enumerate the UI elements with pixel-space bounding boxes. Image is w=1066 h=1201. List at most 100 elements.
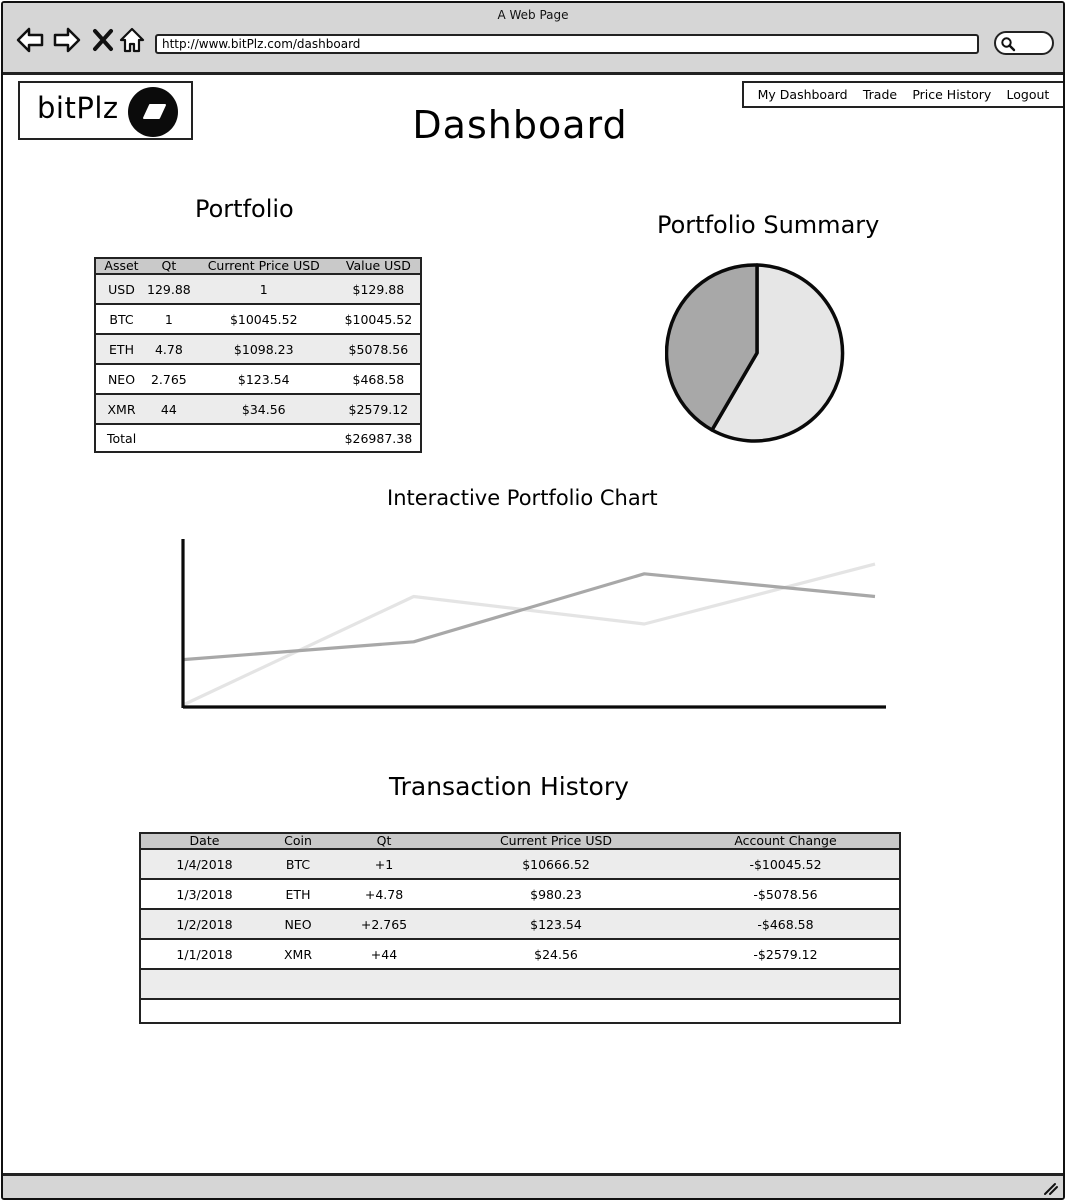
table-cell: $980.23 bbox=[440, 879, 672, 910]
nav-my-dashboard[interactable]: My Dashboard bbox=[758, 87, 848, 102]
table-cell: $1098.23 bbox=[190, 334, 337, 365]
portfolio-pie-chart[interactable] bbox=[665, 261, 849, 445]
column-header: Qt bbox=[328, 833, 440, 850]
column-header: Qt bbox=[147, 258, 191, 275]
table-row[interactable]: ETH 4.78 $1098.23 $5078.56 bbox=[95, 334, 421, 365]
table-cell: 1/4/2018 bbox=[140, 849, 268, 880]
table-cell: +4.78 bbox=[328, 879, 440, 910]
table-row[interactable]: 1/1/2018 XMR +44 $24.56 -$2579.12 bbox=[140, 939, 900, 970]
table-cell bbox=[440, 969, 672, 1000]
transaction-history-title: Transaction History bbox=[389, 772, 629, 801]
table-row[interactable]: 1/3/2018 ETH +4.78 $980.23 -$5078.56 bbox=[140, 879, 900, 910]
table-cell: 1/2/2018 bbox=[140, 909, 268, 940]
portfolio-title: Portfolio bbox=[195, 195, 294, 223]
table-cell: -$2579.12 bbox=[672, 939, 900, 970]
table-cell bbox=[672, 999, 900, 1023]
table-cell: -$468.58 bbox=[672, 909, 900, 940]
table-cell bbox=[268, 969, 328, 1000]
table-cell: ETH bbox=[268, 879, 328, 910]
browser-window: A Web Page http://www.bitPlz.com/dashboa… bbox=[1, 1, 1065, 1200]
resize-grip-icon[interactable] bbox=[1041, 1180, 1059, 1196]
portfolio-header-row: Asset Qt Current Price USD Value USD bbox=[95, 258, 421, 275]
table-cell: 1 bbox=[190, 274, 337, 305]
table-row[interactable] bbox=[140, 969, 900, 1000]
total-label: Total bbox=[107, 430, 137, 446]
browser-search-field[interactable] bbox=[994, 31, 1054, 55]
portfolio-table: Asset Qt Current Price USD Value USD USD… bbox=[94, 257, 422, 453]
browser-toolbar: A Web Page http://www.bitPlz.com/dashboa… bbox=[3, 3, 1063, 75]
url-input[interactable]: http://www.bitPlz.com/dashboard bbox=[155, 34, 979, 54]
total-row: Total $26987.38 bbox=[95, 424, 421, 452]
table-cell: $34.56 bbox=[190, 394, 337, 425]
table-cell: $10666.52 bbox=[440, 849, 672, 880]
total-value: $26987.38 bbox=[344, 430, 413, 446]
transaction-history-table: Date Coin Qt Current Price USD Account C… bbox=[139, 832, 901, 1024]
table-cell: 129.88 bbox=[147, 274, 191, 305]
table-cell bbox=[140, 969, 268, 1000]
table-cell: $468.58 bbox=[336, 364, 421, 395]
table-cell bbox=[140, 999, 268, 1023]
table-cell bbox=[328, 999, 440, 1023]
table-cell: 44 bbox=[147, 394, 191, 425]
table-cell: +44 bbox=[328, 939, 440, 970]
table-cell: $123.54 bbox=[190, 364, 337, 395]
nav-price-history[interactable]: Price History bbox=[912, 87, 991, 102]
table-row[interactable]: BTC 1 $10045.52 $10045.52 bbox=[95, 304, 421, 335]
table-cell: BTC bbox=[268, 849, 328, 880]
table-cell: BTC bbox=[95, 304, 147, 335]
page-title: Dashboard bbox=[412, 103, 628, 147]
table-row[interactable]: 1/2/2018 NEO +2.765 $123.54 -$468.58 bbox=[140, 909, 900, 940]
portfolio-line-chart[interactable] bbox=[173, 533, 893, 713]
chart-title: Interactive Portfolio Chart bbox=[387, 486, 658, 510]
column-header: Current Price USD bbox=[190, 258, 337, 275]
column-header: Value USD bbox=[336, 258, 421, 275]
table-cell: 4.78 bbox=[147, 334, 191, 365]
nav-logout[interactable]: Logout bbox=[1007, 87, 1050, 102]
chart-series-line-2[interactable] bbox=[182, 572, 876, 662]
series-layer bbox=[182, 562, 876, 707]
table-cell: $5078.56 bbox=[336, 334, 421, 365]
table-cell: $24.56 bbox=[440, 939, 672, 970]
table-cell bbox=[147, 424, 191, 452]
table-cell: XMR bbox=[95, 394, 147, 425]
table-cell bbox=[672, 969, 900, 1000]
table-cell: NEO bbox=[268, 909, 328, 940]
search-icon bbox=[1001, 37, 1016, 52]
back-arrow-icon[interactable] bbox=[15, 25, 45, 55]
table-cell: -$10045.52 bbox=[672, 849, 900, 880]
column-header: Current Price USD bbox=[440, 833, 672, 850]
column-header: Account Change bbox=[672, 833, 900, 850]
table-cell: 1 bbox=[147, 304, 191, 335]
table-cell bbox=[328, 969, 440, 1000]
browser-status-bar bbox=[3, 1173, 1063, 1198]
table-cell: $2579.12 bbox=[336, 394, 421, 425]
table-row[interactable]: NEO 2.765 $123.54 $468.58 bbox=[95, 364, 421, 395]
table-cell: $123.54 bbox=[440, 909, 672, 940]
table-cell: USD bbox=[95, 274, 147, 305]
table-cell: ETH bbox=[95, 334, 147, 365]
table-cell: 1/1/2018 bbox=[140, 939, 268, 970]
table-cell: $10045.52 bbox=[336, 304, 421, 335]
table-row[interactable]: 1/4/2018 BTC +1 $10666.52 -$10045.52 bbox=[140, 849, 900, 880]
table-cell: 1/3/2018 bbox=[140, 879, 268, 910]
table-row[interactable] bbox=[140, 999, 900, 1023]
nav-trade[interactable]: Trade bbox=[863, 87, 897, 102]
forward-arrow-icon[interactable] bbox=[52, 25, 82, 55]
table-row[interactable]: USD 129.88 1 $129.88 bbox=[95, 274, 421, 305]
column-header: Date bbox=[140, 833, 268, 850]
table-cell: +2.765 bbox=[328, 909, 440, 940]
table-cell bbox=[191, 424, 337, 452]
table-cell: -$5078.56 bbox=[672, 879, 900, 910]
home-icon[interactable] bbox=[117, 25, 147, 55]
column-header: Asset bbox=[95, 258, 147, 275]
table-cell bbox=[268, 999, 328, 1023]
table-cell: $129.88 bbox=[336, 274, 421, 305]
window-title: A Web Page bbox=[497, 8, 569, 22]
table-cell: +1 bbox=[328, 849, 440, 880]
table-cell: NEO bbox=[95, 364, 147, 395]
table-row[interactable]: XMR 44 $34.56 $2579.12 bbox=[95, 394, 421, 425]
table-cell bbox=[440, 999, 672, 1023]
history-header-row: Date Coin Qt Current Price USD Account C… bbox=[140, 833, 900, 850]
table-cell: $10045.52 bbox=[190, 304, 337, 335]
table-cell: 2.765 bbox=[147, 364, 191, 395]
